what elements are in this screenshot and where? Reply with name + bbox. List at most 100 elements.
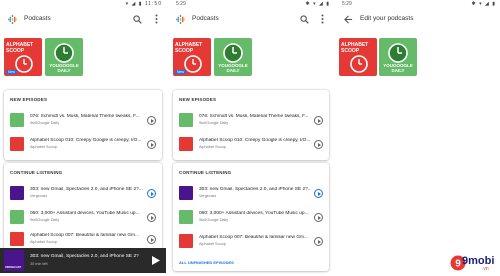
app-bar: Podcasts [0, 10, 166, 30]
episode-thumbnail [179, 186, 193, 200]
episode-thumbnail [179, 210, 193, 224]
episode-thumbnail [10, 113, 24, 127]
clock-icon [388, 43, 408, 63]
screen-podcasts-home: ▾ ◢ ▮ 11:50 Podcasts ALPHABET SCOOP New … [0, 0, 166, 276]
watermark-domain: .vn [482, 266, 489, 272]
play-icon[interactable] [314, 116, 323, 125]
tile-title: YOUGOOGLE DAILY [218, 63, 248, 73]
mini-player[interactable]: VERGECAST 303: new Gmail, Spectacles 2.0… [0, 248, 166, 273]
tile-title: ALPHABET SCOOP [341, 42, 369, 54]
play-icon[interactable] [314, 213, 323, 222]
player-thumbnail: VERGECAST [4, 250, 24, 271]
episode-podcast: Alphabet Scoop [199, 242, 226, 246]
podcast-tile-yougoogle-daily[interactable]: YOUGOOGLE DAILY [45, 38, 83, 76]
episode-title: Alphabet Scoop 010: Creepy Google is cre… [199, 138, 311, 143]
player-title: 303: new Gmail, Spectacles 2.0, and iPho… [30, 254, 139, 259]
tile-title: YOUGOOGLE DAILY [383, 63, 413, 73]
play-icon[interactable] [147, 189, 156, 198]
play-icon[interactable] [147, 213, 156, 222]
episode-row[interactable]: Alphabet Scoop 010: Creepy Google is cre… [173, 132, 329, 158]
play-icon[interactable] [152, 256, 160, 265]
episode-row[interactable]: 303: new Gmail, Spectacles 2.0, and iPho… [4, 181, 162, 207]
episode-title: 060: 3,000+ Assistant devices, YouTube M… [199, 211, 309, 216]
episode-title: 303: new Gmail, Spectacles 2.0, and iPho… [199, 187, 311, 192]
status-bar: 5:29 ✱ ▾ ◢ ▮ [336, 0, 500, 9]
episode-thumbnail [179, 234, 193, 248]
tile-title: ALPHABET SCOOP [175, 42, 203, 54]
app-title: Podcasts [24, 15, 51, 22]
episode-title: Alphabet Scoop 007: Beautiful & familiar… [199, 235, 309, 240]
new-badge: New [6, 70, 18, 74]
podcast-tile-alphabet-scoop[interactable]: ALPHABET SCOOP New [173, 38, 211, 76]
status-time: 5:29 [342, 1, 352, 7]
podcasts-app-icon [8, 15, 17, 24]
episode-title: 076: Schmidt vs. Musk, Material Theme tw… [30, 114, 140, 119]
clock-icon [350, 55, 368, 73]
page-title: Edit your podcasts [360, 15, 414, 22]
app-bar: Edit your podcasts [336, 10, 500, 30]
episode-podcast: Vergecast [30, 194, 47, 198]
episode-title: Alphabet Scoop 007: Beautiful & familiar… [30, 233, 140, 238]
episode-thumbnail [10, 186, 24, 200]
watermark-logo: 9 9mobi .vn [450, 253, 496, 273]
episode-row[interactable]: 076: Schmidt vs. Musk, Material Theme tw… [4, 108, 162, 134]
play-icon[interactable] [314, 237, 323, 246]
screen-edit-podcasts: 5:29 ✱ ▾ ◢ ▮ Edit your podcasts ALPHABET… [336, 0, 500, 276]
play-icon[interactable] [147, 116, 156, 125]
clock-icon [54, 43, 74, 63]
status-bar: 5:29 ✱ ▾ ◢ ▮ [168, 0, 334, 9]
section-header: NEW EPISODES [10, 97, 48, 102]
new-episodes-card: NEW EPISODES 076: Schmidt vs. Musk, Mate… [173, 90, 329, 160]
episode-row[interactable]: Alphabet Scoop 007: Beautiful & familiar… [173, 229, 329, 255]
all-unfinished-episodes-link[interactable]: ALL UNFINISHED EPISODES [179, 260, 234, 265]
status-icons: ✱ ▾ ◢ ▮ [471, 1, 496, 7]
episode-row[interactable]: 076: Schmidt vs. Musk, Material Theme tw… [173, 108, 329, 134]
episode-podcast: 9to5Google Daily [30, 218, 60, 222]
search-icon[interactable] [133, 15, 142, 24]
episode-row[interactable]: Alphabet Scoop 010: Creepy Google is cre… [4, 132, 162, 158]
status-icons: ▾ ◢ ▮ 11:50 [125, 1, 162, 7]
podcast-tile-alphabet-scoop[interactable]: ALPHABET SCOOP [339, 38, 377, 76]
episode-title: 060: 3,000+ Assistant devices, YouTube M… [30, 211, 140, 216]
podcast-tile-yougoogle-daily[interactable]: YOUGOOGLE DAILY [379, 38, 417, 76]
play-icon[interactable] [147, 140, 156, 149]
podcasts-app-icon [176, 15, 185, 24]
episode-podcast: Alphabet Scoop [30, 145, 57, 149]
episode-podcast: 9to5Google Daily [30, 121, 60, 125]
episode-thumbnail [10, 137, 24, 151]
podcast-tile-alphabet-scoop[interactable]: ALPHABET SCOOP New [4, 38, 42, 76]
tile-title: YOUGOOGLE DAILY [49, 63, 79, 73]
new-episodes-card: NEW EPISODES 076: Schmidt vs. Musk, Mate… [4, 90, 162, 160]
player-time-left: 30 min left [30, 262, 48, 266]
episode-row[interactable]: 303: new Gmail, Spectacles 2.0, and iPho… [173, 181, 329, 207]
tile-title: ALPHABET SCOOP [6, 42, 34, 54]
app-title: Podcasts [192, 15, 219, 22]
episode-thumbnail [179, 137, 193, 151]
play-icon[interactable] [314, 189, 323, 198]
play-icon[interactable] [147, 235, 156, 244]
episode-thumbnail [10, 232, 24, 246]
play-icon[interactable] [314, 140, 323, 149]
podcast-tile-yougoogle-daily[interactable]: YOUGOOGLE DAILY [214, 38, 252, 76]
app-bar: Podcasts [168, 10, 334, 30]
episode-title: 076: Schmidt vs. Musk, Material Theme tw… [199, 114, 309, 119]
status-time: 5:29 [176, 1, 186, 7]
player-thumb-label: VERGECAST [5, 266, 22, 269]
back-arrow-icon[interactable] [344, 15, 353, 24]
more-options-icon[interactable] [155, 14, 158, 24]
episode-title: 303: new Gmail, Spectacles 2.0, and iPho… [30, 187, 143, 192]
episode-podcast: Vergecast [199, 194, 216, 198]
search-icon[interactable] [300, 15, 309, 24]
screen-podcasts-home-scrolled: 5:29 ✱ ▾ ◢ ▮ Podcasts ALPHABET SCOOP New… [168, 0, 334, 276]
episode-thumbnail [179, 113, 193, 127]
episode-title: Alphabet Scoop 010: Creepy Google is cre… [30, 138, 142, 143]
episode-podcast: 9to5Google Daily [199, 218, 229, 222]
status-bar: ▾ ◢ ▮ 11:50 [0, 0, 166, 9]
section-header: CONTINUE LISTENING [10, 170, 63, 175]
episode-podcast: Alphabet Scoop [30, 240, 57, 244]
more-options-icon[interactable] [321, 14, 324, 24]
episode-thumbnail [10, 210, 24, 224]
status-icons: ✱ ▾ ◢ ▮ [305, 1, 330, 7]
clock-icon [223, 43, 243, 63]
episode-row[interactable]: 060: 3,000+ Assistant devices, YouTube M… [173, 205, 329, 231]
